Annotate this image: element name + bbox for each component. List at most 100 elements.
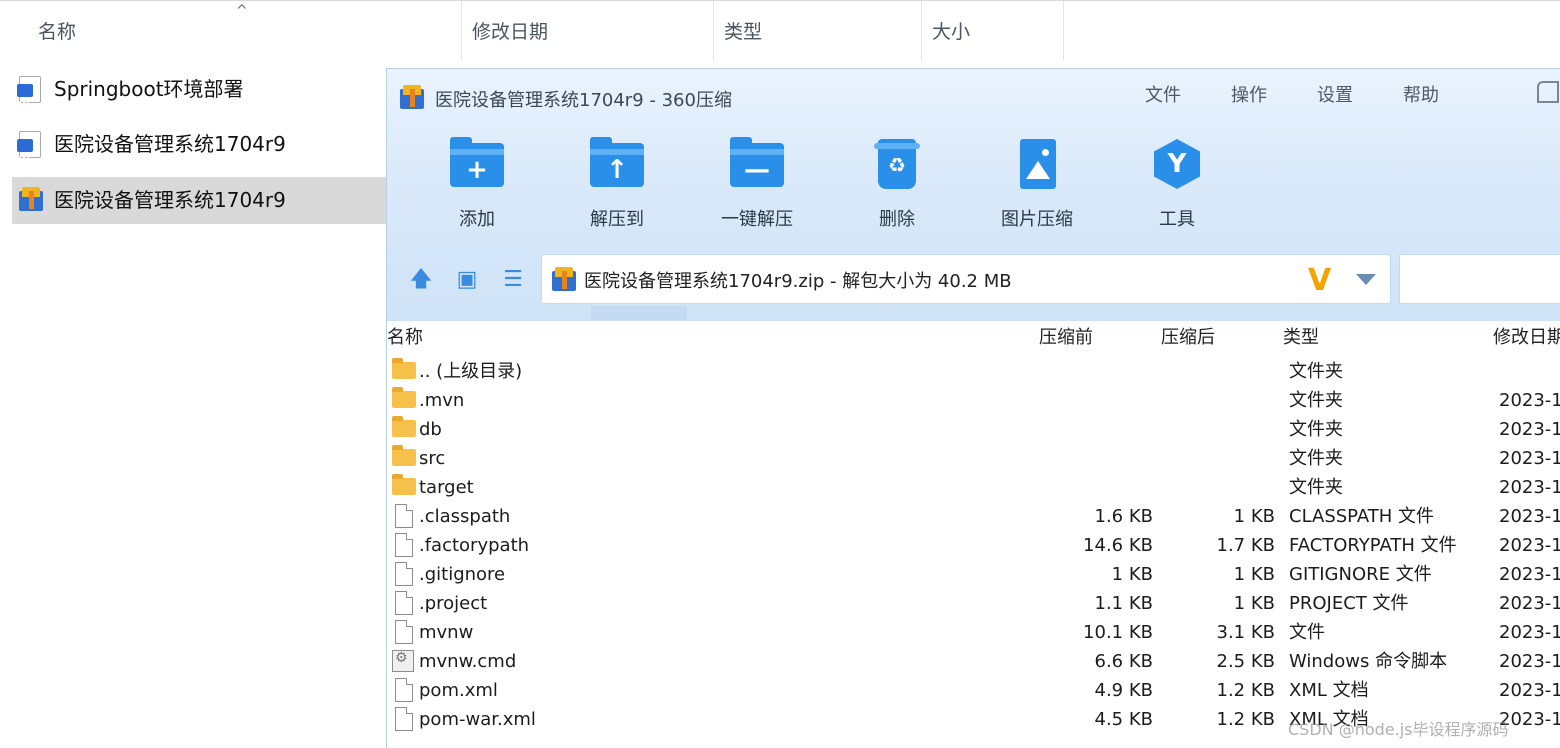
table-row[interactable]: .project 1.1 KB 1 KB PROJECT 文件 2023-1 xyxy=(387,589,1560,618)
chevron-down-icon[interactable] xyxy=(1356,274,1376,285)
explorer-item[interactable]: W Springboot环境部署 xyxy=(12,66,386,113)
add-folder-icon: + xyxy=(450,137,504,191)
row-type: 文件夹 xyxy=(1289,477,1343,498)
skin-shirt-icon[interactable] xyxy=(1537,81,1559,103)
extract-to-icon: ↑ xyxy=(590,137,644,191)
col-before[interactable]: 压缩前 xyxy=(1039,321,1093,351)
col-name[interactable]: 名称 xyxy=(387,321,423,351)
watermark: CSDN @node.js毕设程序源码 xyxy=(1288,720,1509,739)
table-row[interactable]: ⚙ mvnw.cmd 6.6 KB 2.5 KB Windows 命令脚本 2023-1 xyxy=(387,647,1560,676)
row-date: 2023-1 xyxy=(1499,390,1560,411)
image-compress-icon xyxy=(1010,139,1064,191)
tool-tools-button[interactable]: Y 工具 xyxy=(1127,139,1227,231)
row-size-after: 1 KB xyxy=(1233,564,1275,585)
row-date: 2023-1 xyxy=(1499,506,1560,527)
row-type: PROJECT 文件 xyxy=(1289,593,1409,614)
row-size-after xyxy=(387,415,1275,444)
file-table-header: 名称 压缩前 压缩后 类型 修改日期 xyxy=(387,321,1560,351)
explorer-col-type[interactable]: 类型 xyxy=(714,1,922,61)
sort-ascending-icon: ^ xyxy=(236,3,248,19)
tool-label: 图片压缩 xyxy=(1001,209,1073,230)
address-text: 医院设备管理系统1704r9.zip - 解包大小为 40.2 MB xyxy=(584,271,1012,292)
row-date: 2023-1 xyxy=(1499,564,1560,585)
tool-label: 添加 xyxy=(459,209,495,230)
row-size-after: 1.2 KB xyxy=(1216,709,1276,730)
row-type: 文件夹 xyxy=(1289,361,1343,382)
row-date: 2023-1 xyxy=(1499,535,1560,556)
row-date: 2023-1 xyxy=(1499,622,1560,643)
tool-delete-button[interactable]: ♻ 删除 xyxy=(847,139,947,231)
row-type: 文件夹 xyxy=(1289,448,1343,469)
row-size-after: 2.5 KB xyxy=(1216,651,1276,672)
table-row[interactable]: .. (上级目录) 文件夹 xyxy=(387,357,1560,386)
row-size-after xyxy=(387,473,1275,502)
one-click-extract-icon: — xyxy=(730,137,784,191)
table-row[interactable]: .gitignore 1 KB 1 KB GITIGNORE 文件 2023-1 xyxy=(387,560,1560,589)
row-size-after: 3.1 KB xyxy=(1216,622,1276,643)
col-after[interactable]: 压缩后 xyxy=(1161,321,1215,351)
col-date[interactable]: 修改日期 xyxy=(1493,321,1560,351)
table-row[interactable]: target 文件夹 2023-1 xyxy=(387,473,1560,502)
row-size-after: 1 KB xyxy=(1233,593,1275,614)
v-logo-icon[interactable]: V xyxy=(1308,263,1331,298)
menu-operate[interactable]: 操作 xyxy=(1231,81,1267,107)
360zip-archive-icon xyxy=(552,267,576,293)
table-row[interactable]: .mvn 文件夹 2023-1 xyxy=(387,386,1560,415)
row-date: 2023-1 xyxy=(1499,419,1560,440)
tool-label: 解压到 xyxy=(590,209,644,230)
menu-help[interactable]: 帮助 xyxy=(1403,81,1439,107)
row-type: 文件夹 xyxy=(1289,390,1343,411)
col-type[interactable]: 类型 xyxy=(1283,321,1319,351)
word-doc-icon: W xyxy=(17,131,41,167)
search-input[interactable] xyxy=(1399,254,1560,304)
explorer-item-selected[interactable]: 医院设备管理系统1704r9 xyxy=(12,177,386,224)
tool-label: 工具 xyxy=(1159,209,1195,230)
menu-file[interactable]: 文件 xyxy=(1145,81,1181,107)
row-size-after: 1.7 KB xyxy=(1216,535,1276,556)
window-title: 医院设备管理系统1704r9 - 360压缩 xyxy=(435,90,732,111)
view-mode-icon[interactable]: ▣ xyxy=(453,268,481,292)
row-date: 2023-1 xyxy=(1499,593,1560,614)
tool-one-click-extract-button[interactable]: — 一键解压 xyxy=(707,137,807,231)
menu-settings[interactable]: 设置 xyxy=(1317,81,1353,107)
tool-add-button[interactable]: + 添加 xyxy=(427,137,527,231)
row-type: CLASSPATH 文件 xyxy=(1289,506,1435,527)
tool-extract-to-button[interactable]: ↑ 解压到 xyxy=(567,137,667,231)
row-date: 2023-1 xyxy=(1499,651,1560,672)
table-row[interactable]: .classpath 1.6 KB 1 KB CLASSPATH 文件 2023-1 xyxy=(387,502,1560,531)
row-size-after xyxy=(387,444,1275,473)
list-view-icon[interactable]: ☰ xyxy=(499,268,527,292)
tool-label: 删除 xyxy=(879,209,915,230)
horizontal-scrollbar[interactable] xyxy=(591,306,687,320)
360zip-archive-icon xyxy=(19,187,43,213)
row-size-after: 1 KB xyxy=(1233,506,1275,527)
row-size-after xyxy=(387,386,1275,415)
row-date: 2023-1 xyxy=(1499,448,1560,469)
table-row[interactable]: db 文件夹 2023-1 xyxy=(387,415,1560,444)
delete-bin-icon: ♻ xyxy=(870,139,924,191)
up-arrow-icon[interactable]: 🡅 xyxy=(407,268,435,292)
tool-label: 一键解压 xyxy=(721,209,793,230)
zip-window: 医院设备管理系统1704r9 - 360压缩 文件 操作 设置 帮助 + 添加 … xyxy=(386,68,1560,748)
tool-image-compress-button[interactable]: 图片压缩 xyxy=(987,139,1087,231)
explorer-item-label: 医院设备管理系统1704r9 xyxy=(54,188,286,212)
360zip-app-icon xyxy=(400,85,424,111)
word-doc-icon: W xyxy=(17,76,41,112)
row-size-after: 1.2 KB xyxy=(1216,680,1276,701)
row-type: 文件 xyxy=(1289,622,1325,643)
table-row[interactable]: pom.xml 4.9 KB 1.2 KB XML 文档 2023-1 xyxy=(387,676,1560,705)
row-type: Windows 命令脚本 xyxy=(1289,651,1448,672)
row-type: 文件夹 xyxy=(1289,419,1343,440)
address-bar[interactable]: 医院设备管理系统1704r9.zip - 解包大小为 40.2 MB V xyxy=(541,254,1391,304)
explorer-item-label: 医院设备管理系统1704r9 xyxy=(54,132,286,156)
row-type: GITIGNORE 文件 xyxy=(1289,564,1432,585)
table-row[interactable]: mvnw 10.1 KB 3.1 KB 文件 2023-1 xyxy=(387,618,1560,647)
explorer-item[interactable]: W 医院设备管理系统1704r9 xyxy=(12,121,386,168)
explorer-item-label: Springboot环境部署 xyxy=(54,77,244,101)
explorer-column-header: 名称 ^ 修改日期 类型 大小 xyxy=(0,0,1560,61)
table-row[interactable]: src 文件夹 2023-1 xyxy=(387,444,1560,473)
row-date: 2023-1 xyxy=(1499,680,1560,701)
explorer-col-date[interactable]: 修改日期 xyxy=(462,1,714,61)
explorer-col-size[interactable]: 大小 xyxy=(922,1,1064,61)
table-row[interactable]: .factorypath 14.6 KB 1.7 KB FACTORYPATH 文件 2… xyxy=(387,531,1560,560)
